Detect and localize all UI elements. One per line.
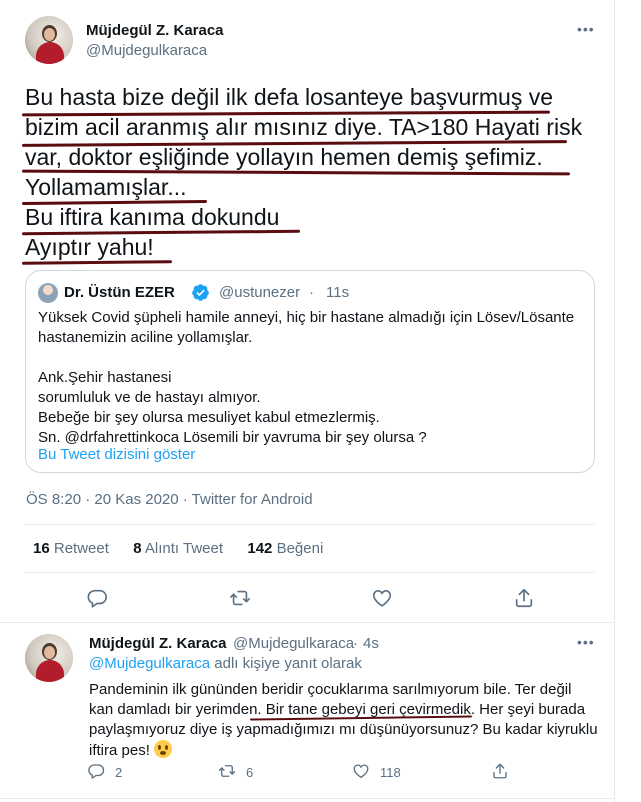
more-icon[interactable]: ••• [577,634,595,650]
reply-mention-link[interactable]: @Mujdegulkaraca [89,655,210,672]
separator-dot: · [353,635,358,652]
like-button[interactable] [352,762,370,780]
quote-label: Alıntı Tweet [144,540,224,557]
tweet-line: Bu hasta bize değil ilk defa losanteye b… [25,84,554,110]
reply-suffix: adlı kişiye yanıt olarak [210,655,362,672]
retweet-stat[interactable]: 16 Retweet [33,540,109,557]
quoted-author-name: Dr. Üstün EZER [64,284,175,301]
reply-icon [87,589,107,608]
reply-button[interactable] [86,587,108,609]
author-name[interactable]: Müjdegül Z. Karaca [86,22,224,39]
show-thread-link[interactable]: Bu Tweet dizisini göster [38,446,195,463]
retweet-button[interactable] [218,762,236,780]
reply-line-wrap: iftira pes! [89,740,599,761]
divider [25,524,595,525]
reply-line: Pandeminin ilk gününden beridir çocuklar… [89,681,572,698]
heart-icon [372,590,392,607]
tweet-stats: 16 Retweet 8 Alıntı Tweet 142 Beğeni [33,540,323,557]
reply-count: 2 [115,765,123,780]
retweet-icon [230,590,250,606]
quoted-line: Ank.Şehir hastanesi [38,369,172,386]
quoted-line: Sn. @drfahrettinkoca Lösemili bir yavrum… [38,429,427,446]
share-icon [493,763,507,779]
separator-dot: · [309,284,314,301]
tweet-meta[interactable]: ÖS 8:20 · 20 Kas 2020 · Twitter for Andr… [26,491,313,508]
quoted-author-avatar [38,283,58,303]
quoted-line: Yüksek Covid şüpheli hamile anneyi, hiç … [38,309,575,326]
share-button[interactable] [491,762,509,780]
divider [0,622,615,623]
like-count: 142 [247,540,273,557]
reply-button[interactable] [87,762,105,780]
retweet-count: 6 [246,765,254,780]
verified-badge-icon [192,284,209,301]
divider [0,798,615,799]
reply-author-name[interactable]: Müjdegül Z. Karaca [89,635,227,652]
quoted-line: hastanemizin aciline yollamışlar. [38,329,253,346]
quote-stat[interactable]: 8 Alıntı Tweet [133,540,223,557]
retweet-icon [218,765,236,777]
quoted-tweet-time: 11s [326,284,350,301]
reply-icon [88,764,105,779]
author-avatar[interactable] [25,16,73,64]
replying-to: @Mujdegulkaraca adlı kişiye yanıt olarak [89,655,362,672]
quote-count: 8 [133,540,142,557]
reply-author-handle[interactable]: @Mujdegulkaraca [233,635,354,652]
reply-line: iftira pes! [89,742,155,759]
quoted-line: sorumluluk ve de hastayı almıyor. [38,389,261,406]
share-icon [515,588,533,608]
tweet-line: bizim acil aranmış alır mısınız diye. TA… [25,114,583,140]
author-handle[interactable]: @Mujdegulkaraca [86,42,207,59]
like-label: Beğeni [276,540,324,557]
tweet-line: var, doktor eşliğinde yollayın hemen dem… [25,144,543,170]
share-button[interactable] [513,587,535,609]
reply-author-avatar[interactable] [25,634,73,682]
reply-line: paylaşmıyoruz diye iş yapmadığımızı mı d… [89,721,598,738]
heart-icon [353,764,369,779]
quoted-author-handle: @ustunezer [219,284,301,301]
retweet-label: Retweet [53,540,109,557]
tweet-line: Bu iftira kanıma dokundu [25,204,280,230]
tweet-line: Ayıptır yahu! [25,234,154,260]
more-icon[interactable]: ••• [577,21,595,37]
quoted-tweet-card[interactable]: Dr. Üstün EZER @ustunezer · 11s Yüksek C… [25,270,595,473]
like-count: 118 [380,765,401,780]
like-button[interactable] [371,587,393,609]
quoted-line [38,348,583,368]
quoted-line: Bebeğe bir şey olursa mesuliyet kabul et… [38,409,380,426]
divider [25,572,595,573]
flushed-face-emoji-icon [154,740,173,758]
reply-text: Pandeminin ilk gününden beridir çocuklar… [89,680,599,761]
tweet-line: Yollamamışlar... [25,174,187,200]
quoted-tweet-text: Yüksek Covid şüpheli hamile anneyi, hiç … [38,308,583,448]
reply-time[interactable]: 4s [363,635,379,652]
like-stat[interactable]: 142 Beğeni [247,540,323,557]
ink-underline [21,260,173,265]
tweet-thread: Müjdegül Z. Karaca @Mujdegulkaraca ••• B… [0,0,615,802]
retweet-count: 16 [33,540,50,557]
retweet-button[interactable] [229,587,251,609]
